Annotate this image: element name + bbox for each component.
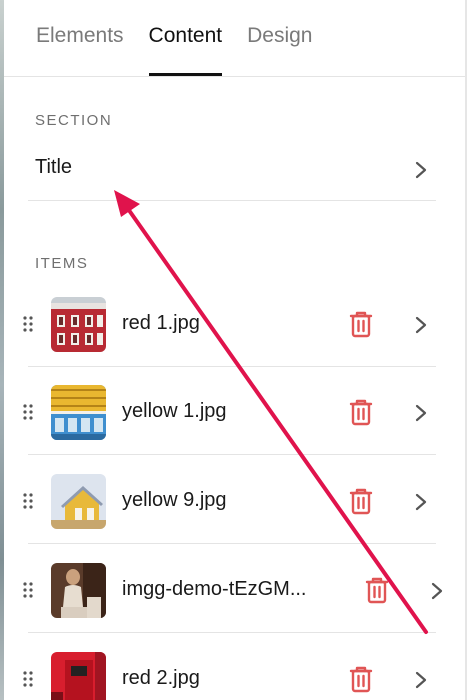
list-item[interactable]: red 2.jpg: [0, 634, 436, 700]
content-panel: Elements Content Design SECTION Title IT…: [0, 0, 467, 700]
drag-handle-icon[interactable]: [22, 581, 34, 599]
chevron-right-icon[interactable]: [414, 403, 428, 423]
trash-icon[interactable]: [349, 665, 373, 693]
item-name: red 2.jpg: [122, 667, 200, 689]
items-heading: ITEMS: [35, 255, 89, 272]
item-thumbnail: [51, 563, 106, 618]
item-name: imgg-demo-tEzGM...: [122, 578, 307, 600]
chevron-right-icon[interactable]: [414, 492, 428, 512]
item-divider: [28, 454, 436, 455]
trash-icon[interactable]: [365, 576, 389, 604]
tab-elements[interactable]: Elements: [36, 0, 124, 76]
tab-content[interactable]: Content: [148, 0, 222, 76]
tab-bar-divider: [4, 76, 465, 77]
chevron-right-icon: [415, 161, 427, 179]
list-item[interactable]: imgg-demo-tEzGM...: [0, 545, 443, 633]
list-item[interactable]: yellow 1.jpg: [0, 367, 436, 455]
chevron-right-icon[interactable]: [414, 315, 428, 335]
tab-design[interactable]: Design: [247, 0, 312, 76]
item-name: yellow 1.jpg: [122, 400, 227, 422]
item-divider: [28, 632, 436, 633]
trash-icon[interactable]: [349, 398, 373, 426]
drag-handle-icon[interactable]: [22, 403, 34, 421]
item-divider: [28, 543, 436, 544]
drag-handle-icon[interactable]: [22, 670, 34, 688]
drag-handle-icon[interactable]: [22, 492, 34, 510]
section-heading: SECTION: [35, 112, 113, 129]
trash-icon[interactable]: [349, 487, 373, 515]
item-thumbnail: [51, 297, 106, 352]
trash-icon[interactable]: [349, 310, 373, 338]
item-thumbnail: [51, 652, 106, 700]
drag-handle-icon[interactable]: [22, 315, 34, 333]
section-title-row[interactable]: Title: [28, 142, 436, 201]
list-item[interactable]: red 1.jpg: [0, 279, 436, 367]
chevron-right-icon[interactable]: [414, 670, 428, 690]
item-thumbnail: [51, 385, 106, 440]
chevron-right-icon[interactable]: [430, 581, 444, 601]
list-item[interactable]: yellow 9.jpg: [0, 456, 436, 544]
section-title-label: Title: [35, 156, 73, 178]
tab-bar: Elements Content Design: [36, 0, 337, 76]
item-name: yellow 9.jpg: [122, 489, 227, 511]
item-name: red 1.jpg: [122, 312, 200, 334]
item-thumbnail: [51, 474, 106, 529]
